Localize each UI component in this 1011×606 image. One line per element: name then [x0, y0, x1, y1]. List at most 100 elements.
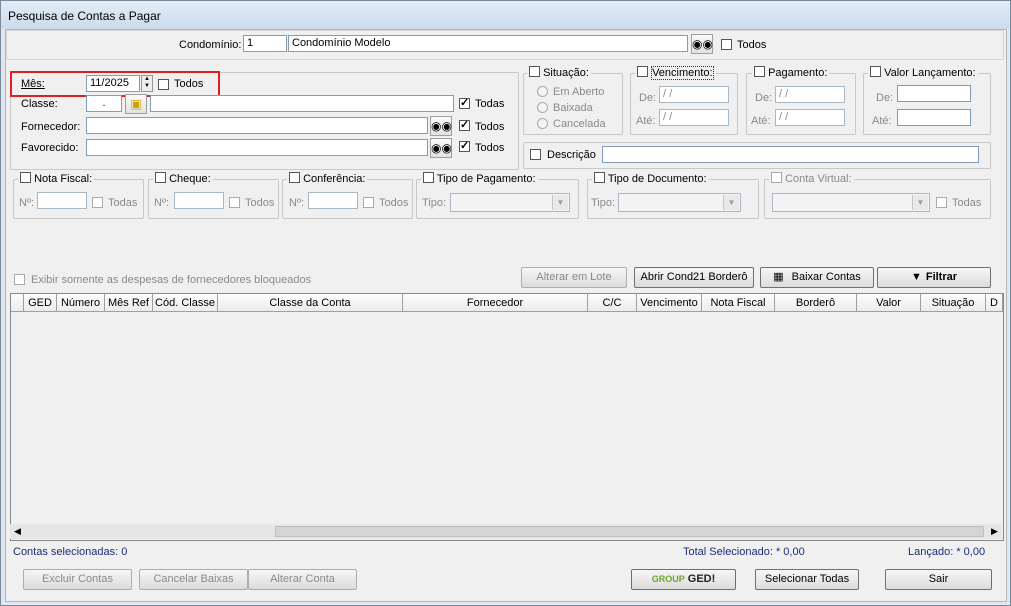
chevron-down-icon: ▼ [552, 195, 568, 210]
tipo-documento-label: Tipo de Documento: [607, 173, 707, 185]
condominio-code-input[interactable]: 1 [243, 35, 287, 52]
classe-code-input[interactable]: . [86, 95, 122, 112]
favorecido-todos-label: Todos [475, 142, 505, 154]
pagamento-ate-label: Até: [751, 115, 771, 127]
valor-de-input[interactable] [897, 85, 971, 102]
valor-lancamento-checkbox[interactable] [870, 66, 881, 77]
pagamento-legend: Pagamento: [752, 66, 830, 79]
situacao-checkbox[interactable] [529, 66, 540, 77]
valor-ate-input[interactable] [897, 109, 971, 126]
tipo-documento-select[interactable]: ▼ [618, 193, 741, 212]
tipo-pagamento-select[interactable]: ▼ [450, 193, 570, 212]
vencimento-legend: Vencimento: [635, 66, 716, 80]
nota-fiscal-todas-checkbox[interactable] [92, 197, 103, 208]
conta-virtual-select[interactable]: ▼ [772, 193, 930, 212]
tipo-pagamento-checkbox[interactable] [423, 172, 434, 183]
conferencia-todos-checkbox[interactable] [363, 197, 374, 208]
conferencia-checkbox[interactable] [289, 172, 300, 183]
cheque-input[interactable] [174, 192, 224, 209]
col-cod-classe[interactable]: Cód. Classe [153, 294, 218, 312]
favorecido-binoculars-icon[interactable]: ◉◉ [430, 138, 452, 158]
col-d[interactable]: D [986, 294, 1003, 312]
descricao-input[interactable] [602, 146, 979, 163]
classe-todas-checkbox[interactable] [459, 96, 470, 109]
descricao-label: Descrição [547, 149, 596, 161]
scroll-thumb[interactable] [275, 526, 984, 537]
abrir-bordero-button[interactable]: Abrir Cond21 Borderô [634, 267, 754, 288]
main-window: Pesquisa de Contas a Pagar Condomínio: 1… [0, 0, 1011, 606]
tipo-documento-checkbox[interactable] [594, 172, 605, 183]
col-ged[interactable]: GED [24, 294, 57, 312]
funnel-icon: ▼ [910, 271, 922, 283]
mes-input[interactable]: 11/2025 [86, 75, 140, 92]
situacao-radio-aberto[interactable] [537, 86, 548, 97]
conferencia-label: Conferência: [303, 173, 366, 185]
cheque-checkbox[interactable] [155, 172, 166, 183]
mes-todos-checkbox[interactable] [158, 79, 169, 90]
classe-input[interactable] [150, 95, 454, 112]
col-numero[interactable]: Número [57, 294, 105, 312]
alterar-conta-button[interactable]: Alterar Conta [248, 569, 357, 590]
conta-virtual-todas-checkbox[interactable] [936, 197, 947, 208]
condominio-name-input[interactable]: Condomínio Modelo [288, 35, 688, 52]
bloqueados-checkbox[interactable] [14, 274, 25, 285]
nota-fiscal-input[interactable] [37, 192, 87, 209]
tipo-documento-tipo-label: Tipo: [591, 197, 616, 209]
condominio-todos-checkbox[interactable] [721, 39, 732, 50]
alterar-em-lote-button[interactable]: Alterar em Lote [521, 267, 627, 288]
nota-fiscal-num-label: Nº: [19, 197, 35, 209]
cancelar-baixas-button[interactable]: Cancelar Baixas [139, 569, 248, 590]
horizontal-scrollbar[interactable]: ◀ ▶ [10, 524, 1002, 539]
col-valor[interactable]: Valor [857, 294, 921, 312]
col-situacao[interactable]: Situação [921, 294, 986, 312]
pagamento-de-input[interactable]: / / [775, 86, 845, 103]
lancado-text: Lançado: * 0,00 [908, 546, 986, 558]
col-fornecedor[interactable]: Fornecedor [403, 294, 588, 312]
favorecido-input[interactable] [86, 139, 428, 156]
ged-name-text: GED! [687, 573, 716, 585]
filtrar-button[interactable]: ▼ Filtrar [877, 267, 991, 288]
condominio-todos-label: Todos [737, 39, 767, 51]
situacao-radio-cancelada[interactable] [537, 118, 548, 129]
group-ged-button[interactable]: GROUP GED! [631, 569, 736, 590]
vencimento-label: Vencimento: [651, 66, 714, 80]
folder-icon[interactable]: ▣ [125, 94, 147, 114]
vencimento-de-input[interactable]: / / [659, 86, 729, 103]
nota-fiscal-checkbox[interactable] [20, 172, 31, 183]
fornecedor-input[interactable] [86, 117, 428, 134]
situacao-radio-baixada[interactable] [537, 102, 548, 113]
scroll-left-icon[interactable]: ◀ [10, 524, 25, 539]
vencimento-ate-input[interactable]: / / [659, 109, 729, 126]
conta-virtual-checkbox[interactable] [771, 172, 782, 183]
mes-label: Mês: [21, 78, 45, 90]
situacao-legend: Situação: [527, 66, 591, 79]
fornecedor-todos-checkbox[interactable] [459, 118, 470, 131]
cheque-todos-checkbox[interactable] [229, 197, 240, 208]
vencimento-checkbox[interactable] [637, 66, 648, 77]
pagamento-checkbox[interactable] [754, 66, 765, 77]
col-mes-ref[interactable]: Mês Ref [105, 294, 153, 312]
contas-table[interactable]: GED Número Mês Ref Cód. Classe Classe da… [10, 293, 1004, 541]
col-bordero[interactable]: Borderô [775, 294, 857, 312]
baixar-contas-button[interactable]: ▦ Baixar Contas [760, 267, 874, 288]
col-nota-fiscal[interactable]: Nota Fiscal [702, 294, 775, 312]
col-classe-conta[interactable]: Classe da Conta [218, 294, 403, 312]
cheque-todos-label: Todos [245, 197, 275, 209]
mes-todos-label: Todos [174, 78, 204, 90]
excluir-contas-button[interactable]: Excluir Contas [23, 569, 132, 590]
favorecido-todos-checkbox[interactable] [459, 139, 470, 152]
sair-button[interactable]: Sair [885, 569, 992, 590]
bloqueados-label: Exibir somente as despesas de fornecedor… [31, 274, 312, 286]
descricao-checkbox[interactable] [530, 149, 541, 160]
pagamento-ate-input[interactable]: / / [775, 109, 845, 126]
scroll-right-icon[interactable]: ▶ [987, 524, 1002, 539]
col-vencimento[interactable]: Vencimento [637, 294, 702, 312]
tipo-pagamento-label: Tipo de Pagamento: [436, 173, 536, 185]
nota-fiscal-legend: Nota Fiscal: [18, 172, 95, 185]
col-cc[interactable]: C/C [588, 294, 637, 312]
mes-spinner[interactable]: ▲ ▼ [141, 75, 153, 92]
conferencia-input[interactable] [308, 192, 358, 209]
binoculars-icon[interactable]: ◉◉ [691, 34, 713, 54]
selecionar-todas-button[interactable]: Selecionar Todas [755, 569, 859, 590]
fornecedor-binoculars-icon[interactable]: ◉◉ [430, 116, 452, 136]
